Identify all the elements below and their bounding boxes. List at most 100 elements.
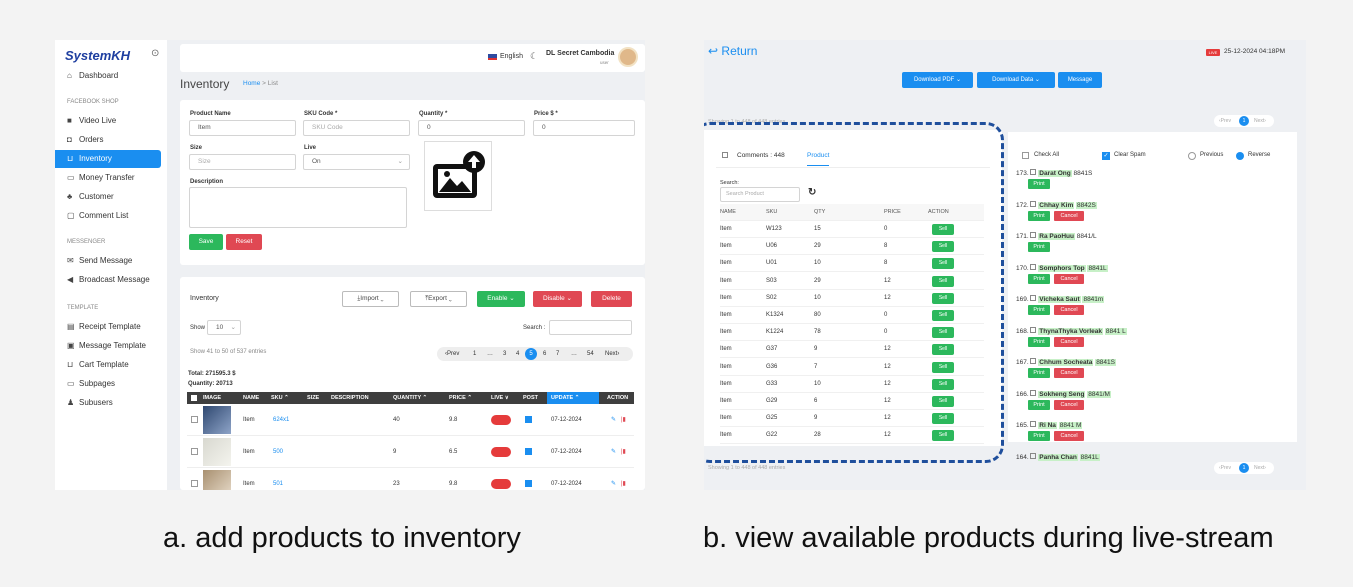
cancel-button[interactable]: Cancel xyxy=(1054,210,1084,221)
page-1[interactable]: 1 xyxy=(473,347,476,361)
sidebar-item-subpages[interactable]: ▭ Subpages xyxy=(55,375,161,393)
next-page[interactable]: Next› xyxy=(605,347,619,361)
facebook-icon[interactable] xyxy=(525,448,532,455)
sidebar-item-broadcast[interactable]: ◀ Broadcast Message xyxy=(55,271,161,289)
quantity-input[interactable]: 0 xyxy=(418,120,525,136)
page-6[interactable]: 6 xyxy=(543,347,546,361)
page-7[interactable]: 7 xyxy=(556,347,559,361)
sku-link[interactable]: 501 xyxy=(273,468,283,490)
prev-page[interactable]: ‹Prev xyxy=(445,347,459,361)
sku-link[interactable]: 500 xyxy=(273,436,283,468)
cancel-button[interactable]: Cancel xyxy=(1054,368,1084,378)
sidebar-item-video-live[interactable]: ■ Video Live xyxy=(55,112,161,130)
sku-link[interactable]: 624x1 xyxy=(273,404,289,436)
select-all-checkbox[interactable] xyxy=(191,395,197,401)
row-checkbox[interactable] xyxy=(191,448,198,455)
row-checkbox[interactable] xyxy=(191,480,198,487)
print-button[interactable]: Print xyxy=(1028,273,1050,284)
disable-button[interactable]: Disable ⌄ xyxy=(533,291,582,307)
language-select[interactable]: English xyxy=(500,53,523,60)
sidebar-item-dashboard[interactable]: ⌂ Dashboard xyxy=(55,67,161,85)
image-upload[interactable] xyxy=(424,141,492,211)
cancel-button[interactable]: Cancel xyxy=(1054,399,1084,410)
save-button[interactable]: Save xyxy=(189,234,223,250)
download-pdf-button[interactable]: Download PDF ⌄ xyxy=(902,72,973,88)
live-toggle[interactable] xyxy=(491,447,511,457)
sidebar-item-money-transfer[interactable]: ▭ Money Transfer xyxy=(55,169,161,187)
next-page[interactable]: Next› xyxy=(1254,115,1266,127)
page-4[interactable]: 4 xyxy=(516,347,519,361)
next-page[interactable]: Next› xyxy=(1254,462,1266,474)
page-3[interactable]: 3 xyxy=(503,347,506,361)
facebook-icon[interactable] xyxy=(525,480,532,487)
breadcrumb-home[interactable]: Home xyxy=(243,80,260,87)
edit-icon[interactable]: ✎ xyxy=(611,436,616,468)
delete-button[interactable]: Delete xyxy=(591,291,632,307)
comment-checkbox[interactable] xyxy=(1030,200,1037,207)
row-checkbox[interactable] xyxy=(191,416,198,423)
sidebar-item-customer[interactable]: ♣ Customer xyxy=(55,188,161,206)
sidebar-item-subusers[interactable]: ♟ Subusers xyxy=(55,394,161,412)
print-button[interactable]: Print xyxy=(1028,399,1050,410)
return-link[interactable]: ↩ Return xyxy=(708,44,757,58)
cancel-button[interactable]: Cancel xyxy=(1054,431,1084,441)
comment-checkbox[interactable] xyxy=(1030,263,1037,270)
reset-button[interactable]: Reset xyxy=(226,234,262,250)
page-54[interactable]: 54 xyxy=(587,347,594,361)
live-select[interactable]: On ⌄ xyxy=(303,154,410,170)
message-button[interactable]: Message xyxy=(1058,72,1102,88)
export-button[interactable]: ⤒Export ⌄ xyxy=(410,291,467,307)
edit-icon[interactable]: ✎ xyxy=(611,404,616,436)
check-all-checkbox[interactable] xyxy=(1022,152,1029,159)
page-1-current[interactable]: 1 xyxy=(1239,116,1249,126)
page-5-current[interactable]: 5 xyxy=(525,348,537,360)
search-input[interactable] xyxy=(549,320,632,335)
print-button[interactable]: Print xyxy=(1028,336,1050,347)
print-button[interactable]: Print xyxy=(1028,305,1050,315)
sidebar-item-inventory[interactable]: ⊔ Inventory xyxy=(55,150,161,168)
cancel-button[interactable]: Cancel xyxy=(1054,336,1084,347)
collapse-icon[interactable]: ⊙ xyxy=(151,48,159,59)
prev-page[interactable]: ‹Prev xyxy=(1219,462,1231,474)
description-textarea[interactable] xyxy=(189,187,407,228)
size-input[interactable]: Size xyxy=(189,154,296,170)
sidebar-item-send-message[interactable]: ✉ Send Message xyxy=(55,252,161,270)
comment-checkbox[interactable] xyxy=(1030,232,1037,238)
prev-page[interactable]: ‹Prev xyxy=(1219,115,1231,127)
sidebar-item-message-template[interactable]: ▣ Message Template xyxy=(55,337,161,355)
enable-button[interactable]: Enable ⌄ xyxy=(477,291,525,307)
price-input[interactable]: 0 xyxy=(533,120,635,136)
trash-icon[interactable]: |▮ xyxy=(621,404,626,436)
reverse-radio[interactable] xyxy=(1236,152,1244,160)
comment-checkbox[interactable] xyxy=(1030,358,1037,364)
comment-checkbox[interactable] xyxy=(1030,326,1037,333)
dark-mode-icon[interactable]: ☾ xyxy=(530,51,538,62)
sidebar-item-cart-template[interactable]: ⊔ Cart Template xyxy=(55,356,161,374)
print-button[interactable]: Print xyxy=(1028,242,1050,252)
sidebar-item-orders[interactable]: ◘ Orders xyxy=(55,131,161,149)
comment-checkbox[interactable] xyxy=(1030,389,1037,396)
product-name-input[interactable]: Item xyxy=(189,120,296,136)
cancel-button[interactable]: Cancel xyxy=(1054,305,1084,315)
print-button[interactable]: Print xyxy=(1028,368,1050,378)
trash-icon[interactable]: |▮ xyxy=(621,468,626,490)
download-data-button[interactable]: Download Data ⌄ xyxy=(977,72,1055,88)
live-toggle[interactable] xyxy=(491,415,511,425)
import-button[interactable]: ⤓Import ⌄ xyxy=(342,291,399,307)
sidebar-item-receipt-template[interactable]: ▤ Receipt Template xyxy=(55,318,161,336)
comment-checkbox[interactable] xyxy=(1030,421,1037,427)
sidebar-item-comment-list[interactable]: ▢ Comment List xyxy=(55,207,161,225)
trash-icon[interactable]: |▮ xyxy=(621,436,626,468)
cancel-button[interactable]: Cancel xyxy=(1054,273,1084,284)
facebook-icon[interactable] xyxy=(525,416,532,423)
live-toggle[interactable] xyxy=(491,479,511,489)
comment-checkbox[interactable] xyxy=(1030,295,1037,301)
comment-checkbox[interactable] xyxy=(1030,452,1037,459)
sku-input[interactable]: SKU Code xyxy=(303,120,410,136)
previous-radio[interactable] xyxy=(1188,152,1196,160)
print-button[interactable]: Print xyxy=(1028,179,1050,189)
edit-icon[interactable]: ✎ xyxy=(611,468,616,490)
page-size-select[interactable]: 10 ⌄ xyxy=(207,320,241,335)
avatar[interactable] xyxy=(618,47,638,67)
print-button[interactable]: Print xyxy=(1028,431,1050,441)
